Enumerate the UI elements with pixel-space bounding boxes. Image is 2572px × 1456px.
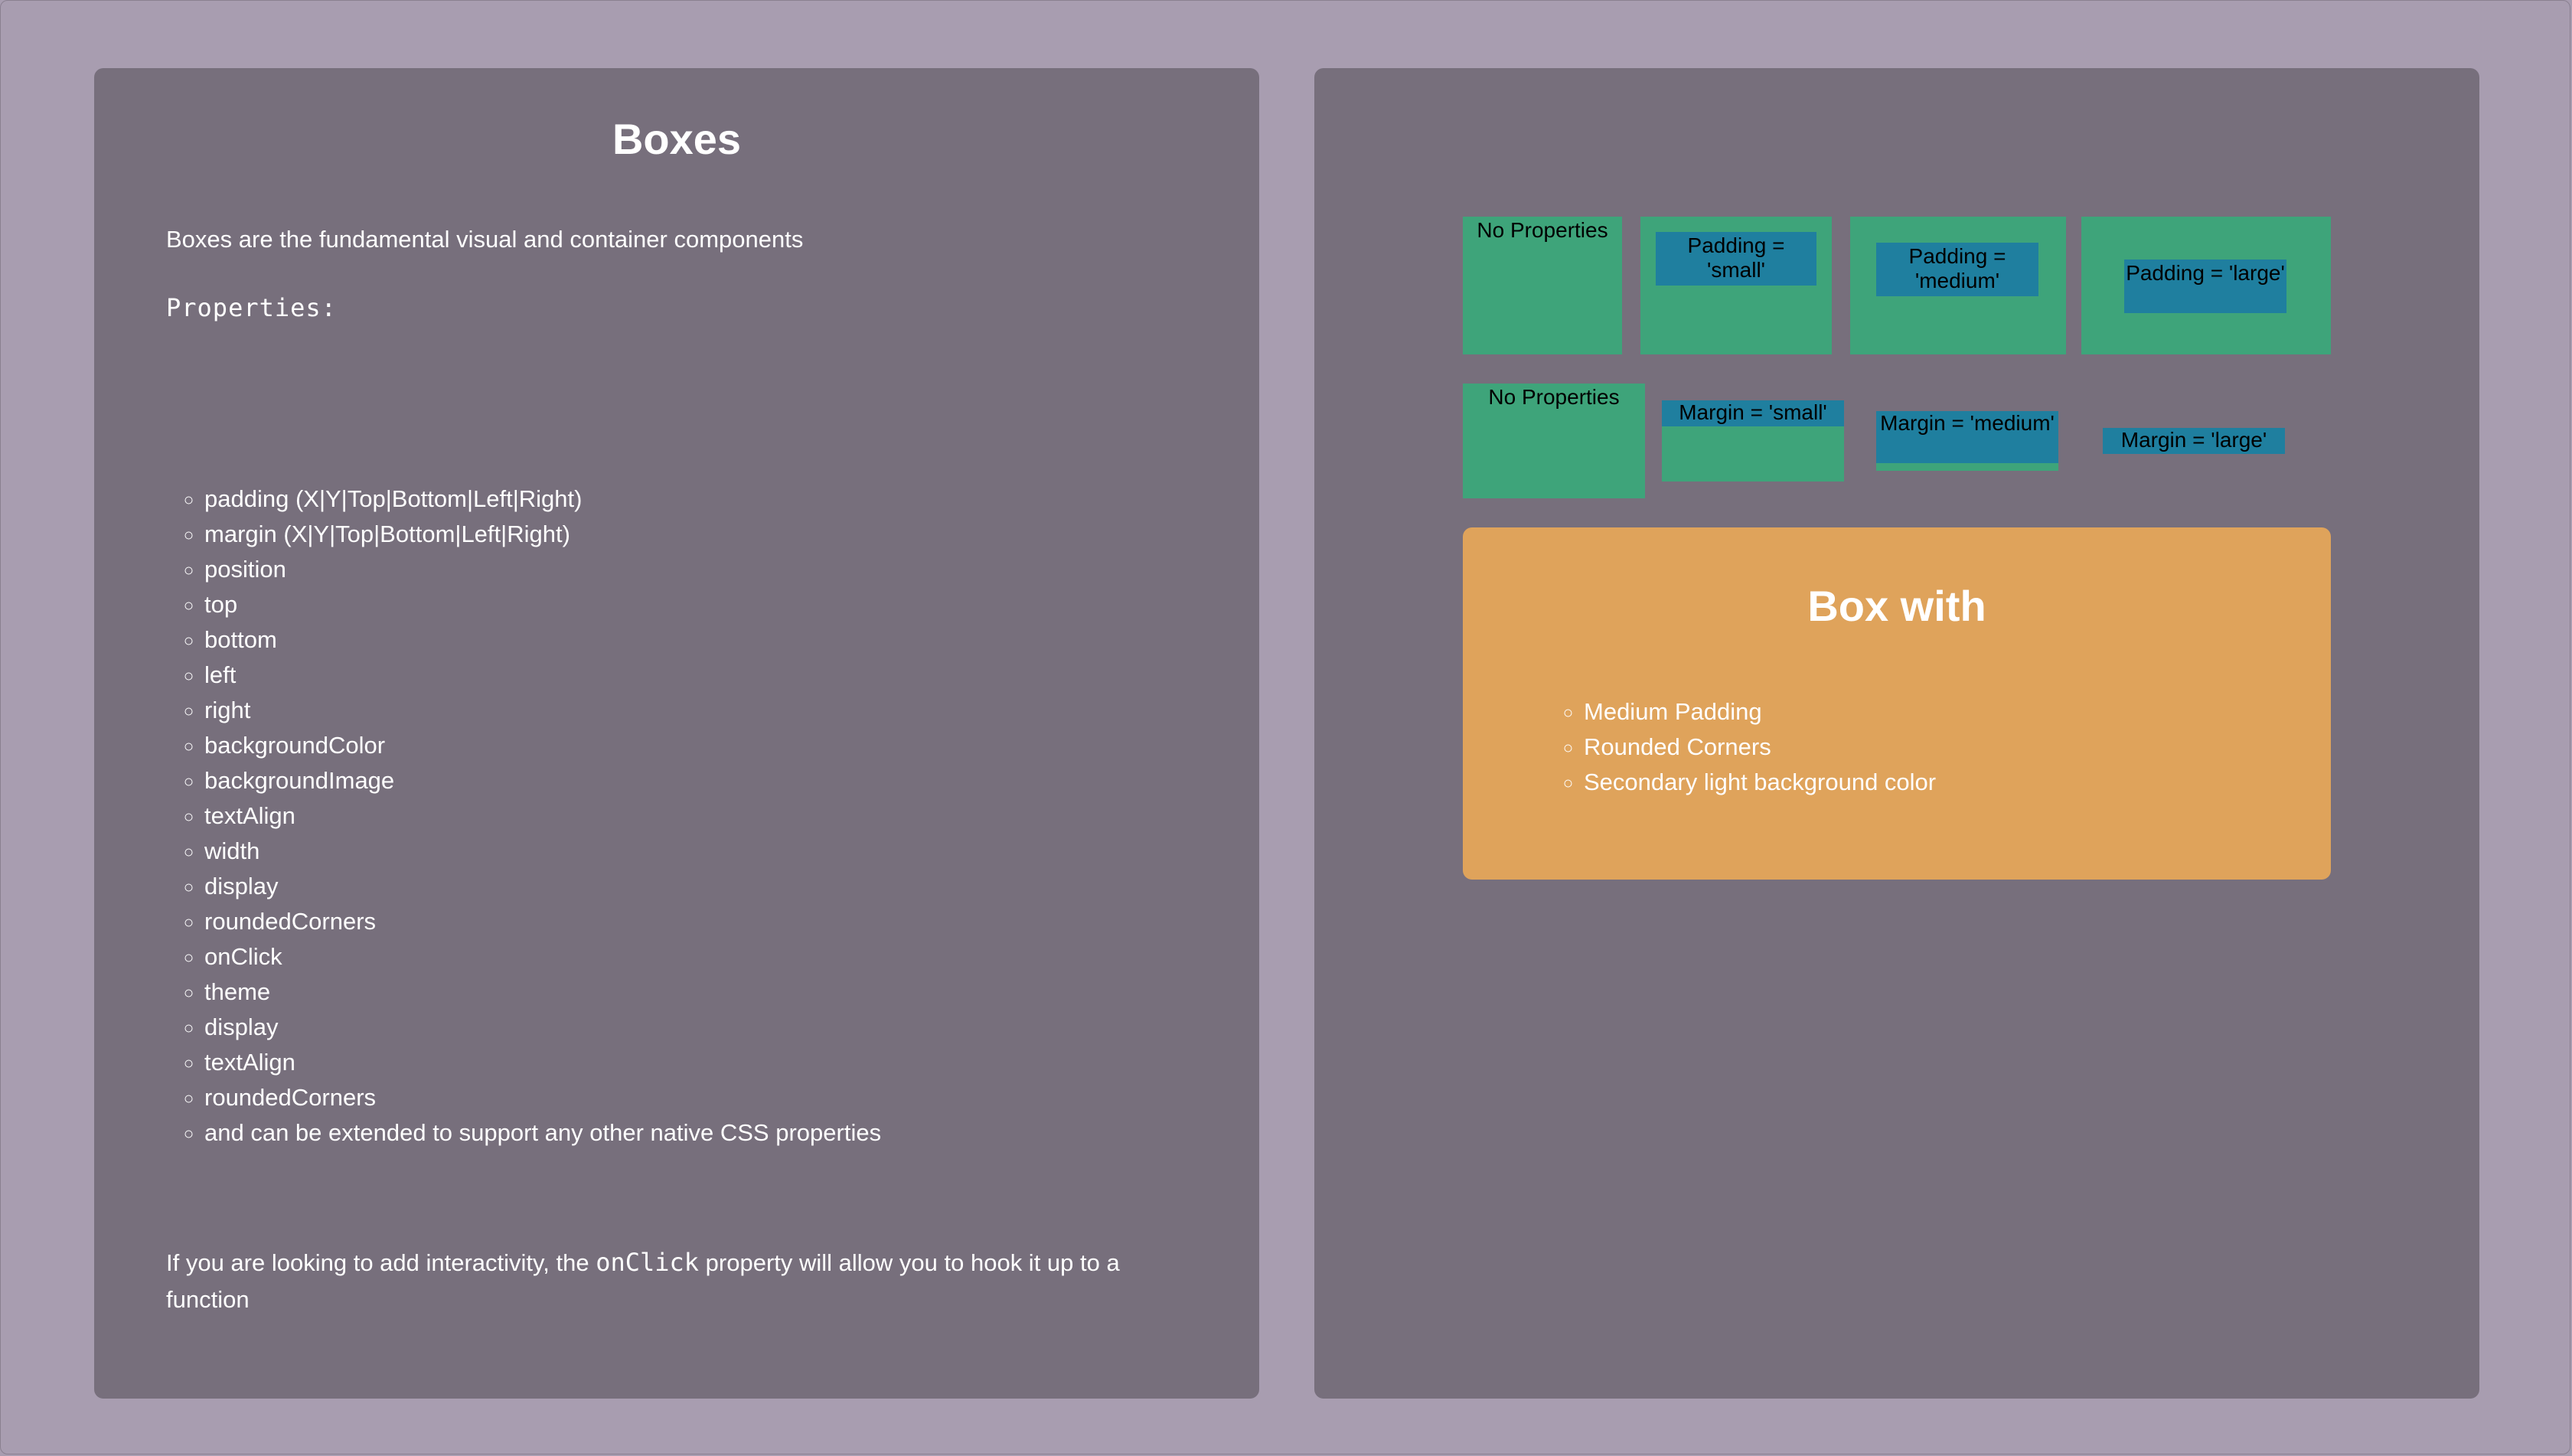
inner-box-margin-large: Margin = 'large'	[2103, 428, 2285, 454]
note-text-start: If you are looking to add interactivity,…	[166, 1249, 596, 1276]
list-item: backgroundImage	[204, 763, 881, 798]
list-item: top	[204, 587, 881, 622]
feature-box-title: Box with	[1807, 582, 1986, 630]
box-padding-large: Padding = 'large'	[2081, 217, 2331, 354]
list-item: Secondary light background color	[1584, 765, 1936, 800]
box-margin-medium: Margin = 'medium'	[1876, 411, 2058, 471]
page-title: Boxes	[612, 115, 742, 163]
box-padding-medium: Padding = 'medium'	[1850, 217, 2066, 354]
app-frame: Boxes Boxes are the fundamental visual a…	[0, 0, 2570, 1454]
inner-box-padding-medium: Padding = 'medium'	[1876, 243, 2038, 296]
list-item: width	[204, 834, 881, 869]
list-item: Medium Padding	[1584, 694, 1936, 730]
box-margin-small: Margin = 'small'	[1662, 400, 1844, 482]
list-item: roundedCorners	[204, 904, 881, 939]
inner-box-margin-medium: Margin = 'medium'	[1876, 411, 2058, 463]
properties-heading: Properties:	[166, 293, 337, 322]
list-item: padding (X|Y|Top|Bottom|Left|Right)	[204, 482, 881, 517]
list-item: bottom	[204, 622, 881, 658]
properties-list: padding (X|Y|Top|Bottom|Left|Right) marg…	[166, 482, 881, 1151]
list-item: onClick	[204, 939, 881, 974]
list-item: display	[204, 1010, 881, 1045]
list-item: left	[204, 658, 881, 693]
onclick-code: onClick	[596, 1248, 700, 1277]
list-item: textAlign	[204, 798, 881, 834]
intro-text: Boxes are the fundamental visual and con…	[166, 226, 804, 253]
inner-box-margin-small: Margin = 'small'	[1662, 400, 1844, 426]
list-item: display	[204, 869, 881, 904]
box-label: No Properties	[1488, 385, 1620, 409]
box-no-properties: No Properties	[1463, 217, 1622, 354]
feature-box: Box with Medium Padding Rounded Corners …	[1463, 527, 2331, 880]
inner-box-padding-large: Padding = 'large'	[2124, 260, 2286, 313]
box-margin-large: Margin = 'large'	[2103, 428, 2285, 454]
list-item: and can be extended to support any other…	[204, 1115, 881, 1151]
list-item: right	[204, 693, 881, 728]
list-item: textAlign	[204, 1045, 881, 1080]
list-item: backgroundColor	[204, 728, 881, 763]
interactivity-note: If you are looking to add interactivity,…	[166, 1244, 1207, 1318]
documentation-panel: Boxes Boxes are the fundamental visual a…	[94, 68, 1259, 1399]
box-padding-small: Padding = 'small'	[1640, 217, 1832, 354]
list-item: Rounded Corners	[1584, 730, 1936, 765]
list-item: margin (X|Y|Top|Bottom|Left|Right)	[204, 517, 881, 552]
box-no-properties-margin: No Properties	[1463, 384, 1645, 498]
inner-box-padding-small: Padding = 'small'	[1656, 232, 1816, 286]
feature-list: Medium Padding Rounded Corners Secondary…	[1547, 694, 1936, 800]
box-label: No Properties	[1477, 218, 1608, 242]
list-item: roundedCorners	[204, 1080, 881, 1115]
list-item: position	[204, 552, 881, 587]
demo-panel: No Properties Padding = 'small' Padding …	[1314, 68, 2479, 1399]
list-item: theme	[204, 974, 881, 1010]
